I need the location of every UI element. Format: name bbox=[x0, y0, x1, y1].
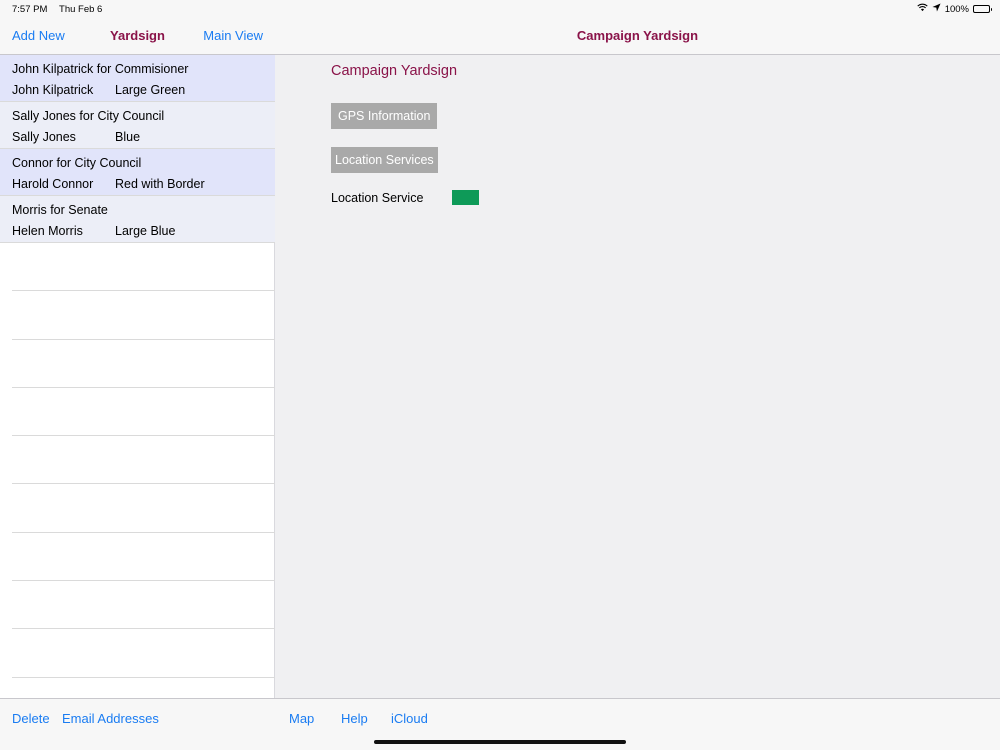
item-sign: Large Blue bbox=[115, 224, 176, 238]
empty-row bbox=[12, 581, 275, 630]
list-item[interactable]: Morris for Senate Helen Morris Large Blu… bbox=[0, 196, 275, 243]
map-button[interactable]: Map bbox=[289, 711, 314, 726]
empty-row bbox=[12, 629, 275, 678]
item-name: John Kilpatrick bbox=[12, 83, 94, 97]
delete-button[interactable]: Delete bbox=[12, 711, 50, 726]
detail-title: Campaign Yardsign bbox=[576, 28, 699, 43]
status-bar: 7:57 PM Thu Feb 6 100% bbox=[0, 0, 1000, 18]
help-button[interactable]: Help bbox=[341, 711, 368, 726]
location-service-status-indicator bbox=[452, 190, 479, 205]
empty-row bbox=[12, 436, 275, 485]
location-arrow-icon bbox=[932, 3, 941, 15]
item-name: Sally Jones bbox=[12, 130, 76, 144]
list-item[interactable]: Connor for City Council Harold Connor Re… bbox=[0, 149, 275, 196]
status-time: 7:57 PM bbox=[12, 4, 48, 15]
yardsign-list: John Kilpatrick for Commisioner John Kil… bbox=[0, 55, 275, 678]
battery-percent: 100% bbox=[944, 3, 969, 15]
master-toolbar: Delete Email Addresses bbox=[0, 698, 275, 750]
item-sign: Large Green bbox=[115, 83, 186, 97]
empty-row bbox=[12, 484, 275, 533]
item-sign: Red with Border bbox=[115, 177, 205, 191]
empty-row bbox=[12, 388, 275, 437]
list-item[interactable]: John Kilpatrick for Commisioner John Kil… bbox=[0, 55, 275, 102]
location-service-label: Location Service bbox=[331, 191, 424, 205]
icloud-button[interactable]: iCloud bbox=[391, 711, 428, 726]
main-view-button[interactable]: Main View bbox=[203, 28, 263, 43]
item-name: Helen Morris bbox=[12, 224, 83, 238]
master-navigation-bar: Add New Yardsign Main View bbox=[0, 18, 275, 55]
empty-row bbox=[12, 243, 275, 292]
detail-pane: Campaign Yardsign Campaign Yardsign GPS … bbox=[275, 0, 1000, 750]
gps-information-button[interactable]: GPS Information bbox=[331, 103, 438, 129]
item-title: Morris for Senate bbox=[12, 203, 108, 217]
item-sign: Blue bbox=[115, 130, 141, 144]
empty-row bbox=[12, 291, 275, 340]
item-title: John Kilpatrick for Commisioner bbox=[12, 62, 189, 76]
empty-row bbox=[12, 533, 275, 582]
empty-row bbox=[12, 340, 275, 388]
list-item[interactable]: Sally Jones for City Council Sally Jones… bbox=[0, 102, 275, 149]
item-title: Connor for City Council bbox=[12, 156, 142, 170]
status-date: Thu Feb 6 bbox=[59, 4, 103, 15]
page-heading: Campaign Yardsign bbox=[331, 63, 458, 79]
battery-icon bbox=[973, 5, 992, 13]
location-services-button[interactable]: Location Services bbox=[331, 147, 438, 173]
item-name: Harold Connor bbox=[12, 177, 94, 191]
master-pane: Add New Yardsign Main View John Kilpatri… bbox=[0, 0, 275, 750]
home-indicator bbox=[374, 740, 626, 744]
item-title: Sally Jones for City Council bbox=[12, 109, 165, 123]
wifi-icon bbox=[917, 3, 928, 15]
detail-navigation-bar: Campaign Yardsign bbox=[275, 18, 1000, 55]
email-addresses-button[interactable]: Email Addresses bbox=[62, 711, 159, 726]
